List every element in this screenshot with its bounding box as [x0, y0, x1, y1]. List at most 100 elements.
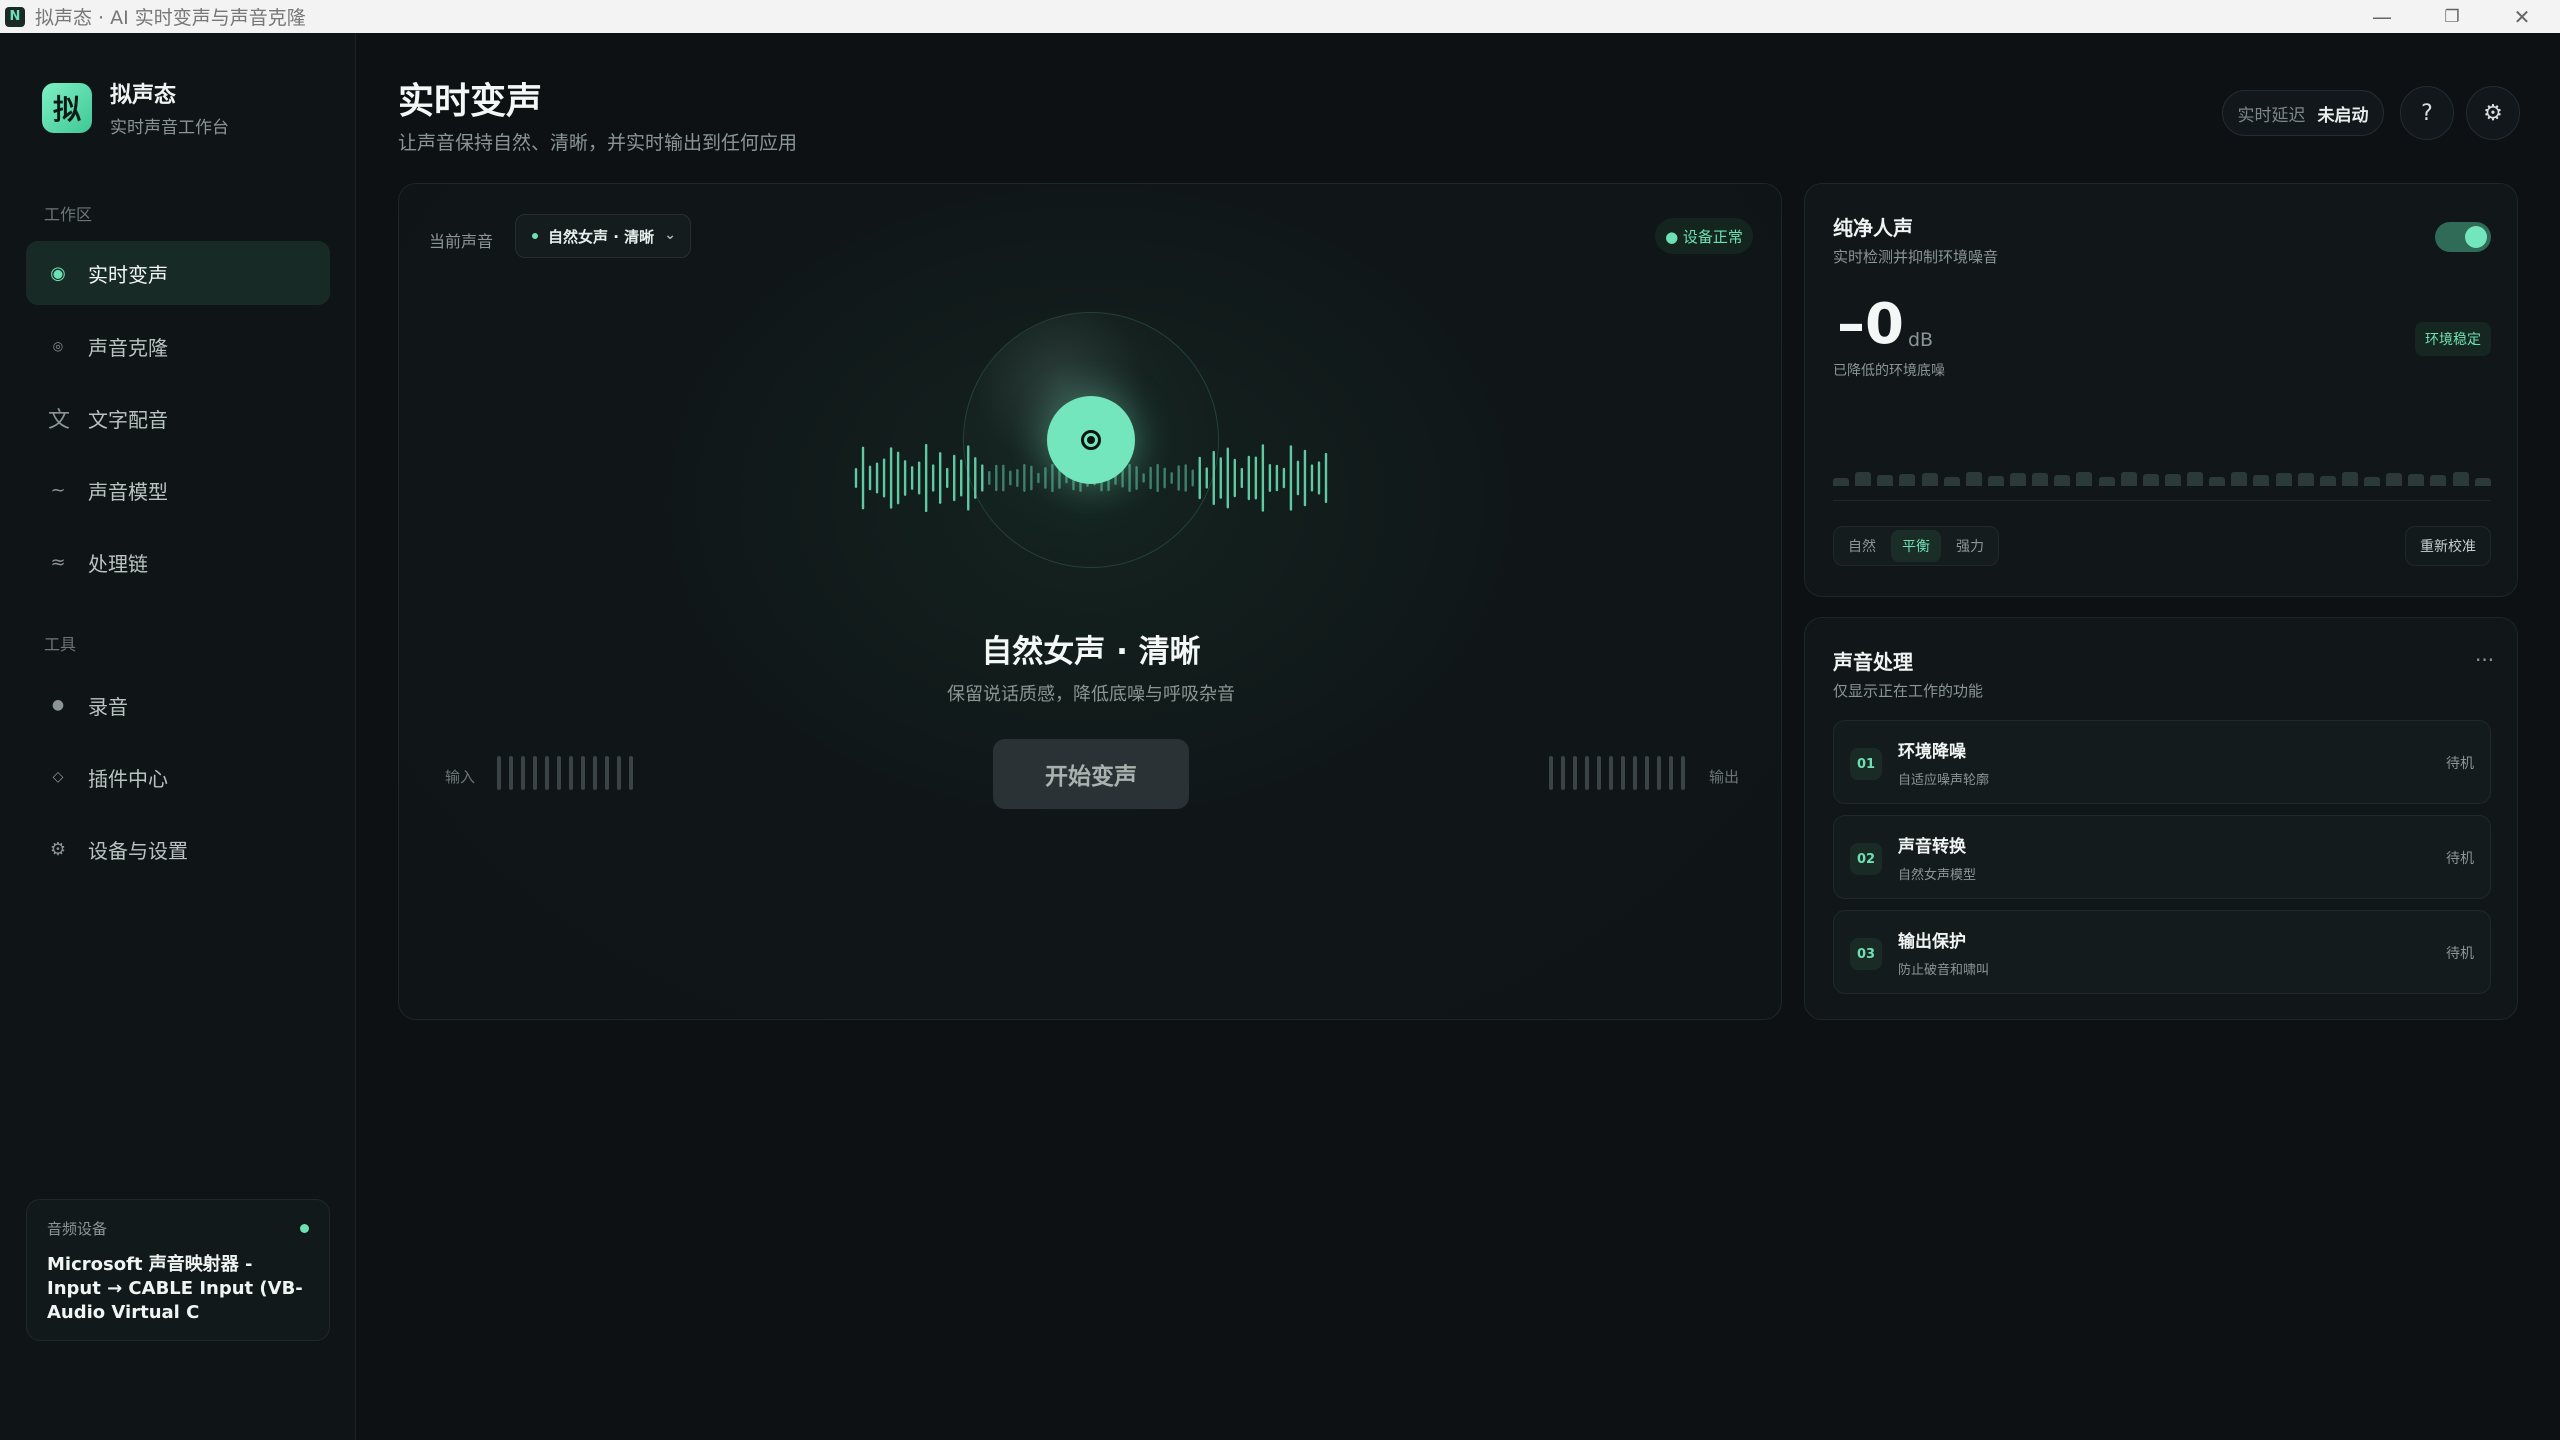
spectrum-bar: [2275, 473, 2292, 486]
meter-bar: [569, 756, 573, 790]
meter-bar: [1585, 756, 1589, 790]
device-status-badge: ● 设备正常: [1655, 218, 1753, 254]
gear-icon: ⚙: [49, 838, 67, 860]
meter-bar: [1609, 756, 1613, 790]
recalibrate-button[interactable]: 重新校准: [2405, 526, 2491, 566]
mode-option-natural[interactable]: 自然: [1837, 530, 1887, 562]
record-icon: ●: [51, 697, 65, 713]
meter-bar: [1573, 756, 1577, 790]
meter-bar: [557, 756, 561, 790]
spectrum-bar: [1965, 472, 1982, 486]
help-icon: ?: [2421, 100, 2433, 126]
voice-orb-button[interactable]: [1047, 396, 1135, 484]
sidebar-item-label: 设备与设置: [88, 838, 188, 863]
more-options-button[interactable]: ···: [2475, 648, 2494, 672]
app-icon: N: [5, 6, 25, 27]
noise-suppression-toggle[interactable]: [2435, 222, 2491, 252]
window-titlebar: N 拟声态 · AI 实时变声与声音克隆 — ❐ ✕: [0, 0, 2560, 33]
audio-device-card[interactable]: 音频设备 Microsoft 声音映射器 - Input → CABLE Inp…: [26, 1199, 330, 1341]
chain-icon: ≈: [50, 551, 66, 573]
voice-title: 自然女声 · 清晰: [981, 634, 1201, 670]
sidebar-item-settings[interactable]: ⚙ 设备与设置: [26, 817, 330, 881]
toggle-knob: [2465, 226, 2487, 248]
meter-bar: [1549, 756, 1553, 790]
noise-title: 纯净人声: [1833, 216, 1913, 240]
page-title: 实时变声: [398, 81, 543, 122]
brand-subtitle: 实时声音工作台: [110, 118, 229, 138]
sidebar-item-processing-chain[interactable]: ≈ 处理链: [26, 530, 330, 594]
sidebar-item-record[interactable]: ● 录音: [26, 673, 330, 737]
sidebar-item-tts[interactable]: 文 文字配音: [26, 386, 330, 450]
realtime-voice-card: 当前声音 自然女声 · 清晰 ⌄ ● 设备正常 自然女声 · 清晰 保留说话质感…: [398, 183, 1782, 1020]
processing-step[interactable]: 03 输出保护 防止破音和啸叫 待机: [1833, 910, 2491, 994]
step-status: 待机: [2446, 851, 2474, 867]
spectrum-bar: [2297, 473, 2314, 486]
sidebar-item-label: 实时变声: [88, 262, 168, 287]
close-icon[interactable]: ✕: [2492, 0, 2552, 33]
processing-step[interactable]: 01 环境降噪 自适应噪声轮廓 待机: [1833, 720, 2491, 804]
spectrum-bar: [2120, 472, 2137, 486]
spectrum-bar: [2098, 477, 2115, 486]
meter-bar: [545, 756, 549, 790]
status-dot: [532, 233, 538, 239]
spectrum-bar: [2430, 474, 2447, 486]
sidebar-item-realtime-voice[interactable]: ◉ 实时变声: [26, 241, 330, 305]
audio-device-label: 音频设备: [47, 1220, 108, 1238]
spectrum-bar: [2010, 473, 2026, 486]
latency-value: 未启动: [2317, 105, 2369, 126]
spectrum-bar: [1943, 476, 1960, 486]
noise-db-value: –0: [1837, 292, 1904, 357]
mode-option-balanced[interactable]: 平衡: [1891, 530, 1941, 562]
spectrum-bar: [2319, 476, 2336, 486]
spectrum-bar: [1855, 472, 1872, 486]
step-name: 声音转换: [1898, 837, 1966, 857]
spectrum-bar: [1921, 472, 1938, 486]
input-level-meter: [497, 756, 633, 790]
restore-icon[interactable]: ❐: [2422, 0, 2482, 33]
meter-bar: [1597, 756, 1601, 790]
latency-label: 实时延迟: [2237, 105, 2306, 126]
spectrum-bar: [1877, 474, 1894, 486]
processing-step[interactable]: 02 声音转换 自然女声模型 待机: [1833, 815, 2491, 899]
step-status: 待机: [2446, 946, 2474, 962]
voice-select-dropdown[interactable]: 自然女声 · 清晰 ⌄: [515, 214, 691, 258]
status-dot: [300, 1224, 309, 1233]
dot-icon: ◎: [52, 339, 64, 353]
start-voice-change-button[interactable]: 开始变声: [993, 739, 1189, 809]
minimize-icon[interactable]: —: [2352, 0, 2412, 33]
meter-bar: [533, 756, 537, 790]
settings-button[interactable]: ⚙: [2466, 86, 2520, 140]
window-title: 拟声态 · AI 实时变声与声音克隆: [35, 7, 306, 29]
step-status: 待机: [2446, 756, 2474, 772]
spectrum-bar: [2054, 475, 2071, 486]
record-icon: [1081, 430, 1101, 450]
step-name: 环境降噪: [1898, 742, 1966, 762]
target-icon: ◉: [50, 262, 66, 284]
gear-icon: ⚙: [2483, 100, 2503, 126]
sidebar-item-voice-models[interactable]: ~ 声音模型: [26, 458, 330, 522]
sidebar-item-voice-clone[interactable]: ◎ 声音克隆: [26, 314, 330, 378]
spectrum-bar: [2408, 473, 2425, 486]
diamond-icon: ◇: [52, 769, 64, 785]
output-label: 输出: [1709, 768, 1740, 786]
noise-db-unit: dB: [1908, 329, 1934, 351]
voice-description: 保留说话质感，降低底噪与呼吸杂音: [947, 684, 1235, 705]
spectrum-bar: [2364, 476, 2380, 486]
meter-bar: [617, 756, 621, 790]
meter-bar: [497, 756, 501, 790]
spectrum-bar: [2209, 477, 2226, 486]
help-button[interactable]: ?: [2400, 86, 2454, 140]
mode-option-strong[interactable]: 强力: [1945, 530, 1995, 562]
spectrum-bar: [2142, 474, 2159, 486]
sidebar-item-plugins[interactable]: ◇ 插件中心: [26, 745, 330, 809]
processing-title: 声音处理: [1833, 650, 1913, 674]
brand-name: 拟声态: [110, 83, 177, 108]
spectrum-bar: [2231, 472, 2248, 486]
chevron-down-icon: ⌄: [664, 227, 676, 243]
voice-select-value: 自然女声 · 清晰: [548, 227, 655, 246]
meter-bar: [1561, 756, 1565, 790]
meter-bar: [1669, 756, 1673, 790]
sidebar-item-label: 声音克隆: [88, 335, 168, 360]
brand-logo: 拟: [42, 82, 92, 133]
input-label: 输入: [445, 768, 476, 786]
